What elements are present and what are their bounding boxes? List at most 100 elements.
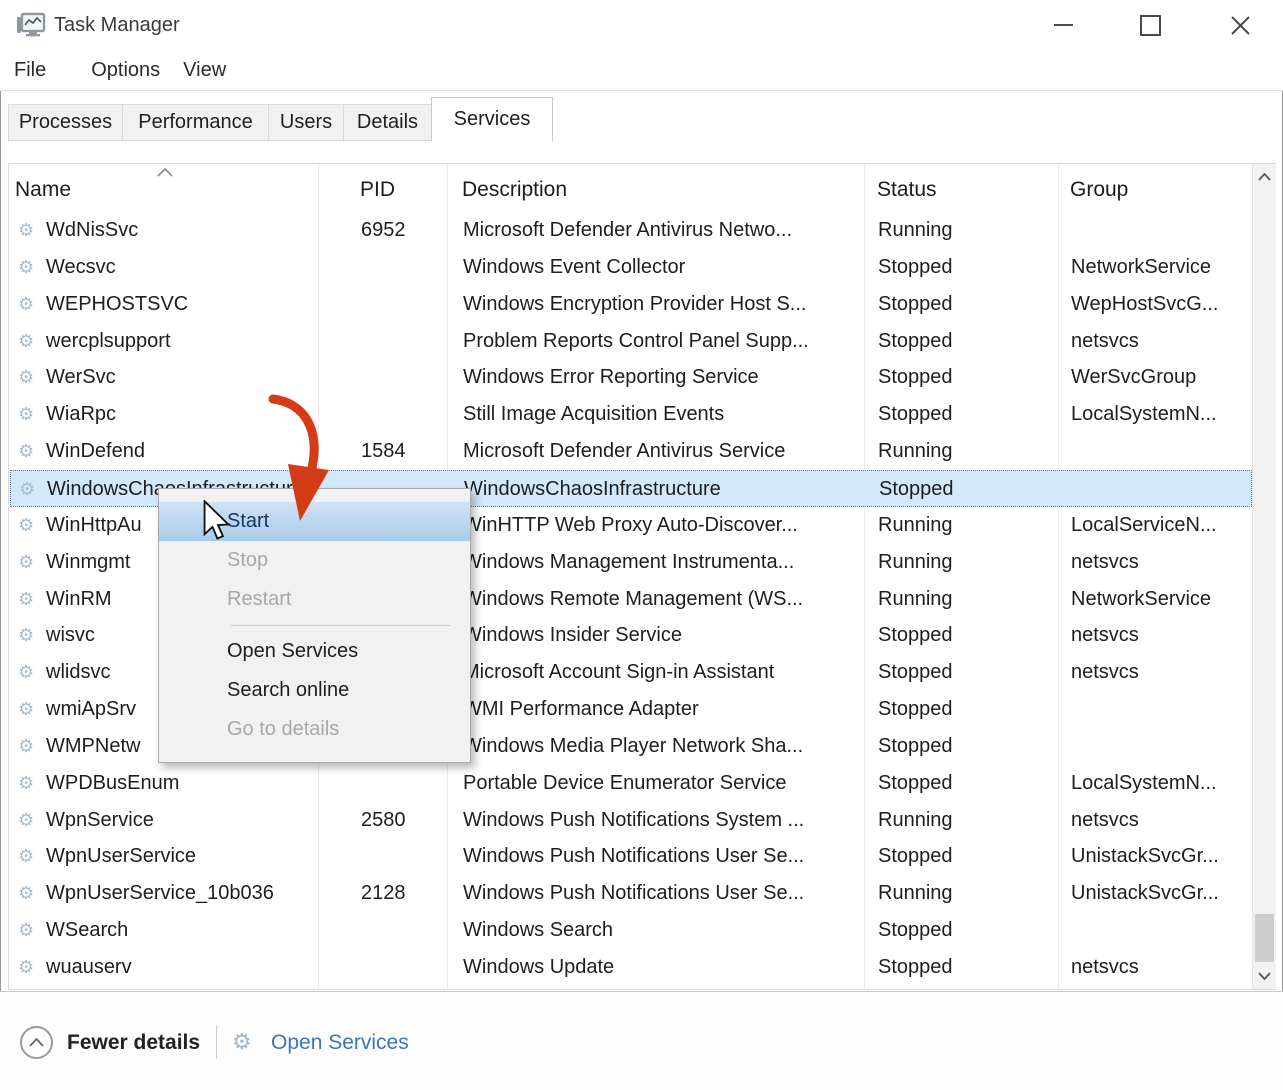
fewer-details-label[interactable]: Fewer details	[67, 1026, 200, 1059]
service-gear-icon: ⚙	[18, 838, 34, 875]
cell-description: Problem Reports Control Panel Supp...	[463, 323, 809, 360]
cell-status: Running	[878, 212, 953, 249]
cell-group: netsvcs	[1071, 949, 1139, 986]
cell-name: WinDefend	[46, 433, 145, 470]
minimize-icon	[1054, 24, 1073, 26]
cell-name: wmiApSrv	[46, 691, 136, 728]
scroll-up-button[interactable]	[1253, 164, 1276, 190]
cell-name: WpnService	[46, 802, 154, 839]
cell-group: netsvcs	[1071, 654, 1139, 691]
column-header-description[interactable]: Description	[462, 164, 567, 216]
cell-group: netsvcs	[1071, 617, 1139, 654]
footer-bar: Fewer details ⚙ Open Services	[0, 992, 1283, 1090]
context-menu-item-stop: Stop	[159, 541, 470, 580]
red-arrow-annotation	[250, 385, 350, 530]
cell-name: WinRM	[46, 581, 112, 618]
cell-name: wlidsvc	[46, 654, 110, 691]
menu-separator	[231, 625, 450, 626]
cell-name: WdNisSvc	[46, 212, 138, 249]
sort-ascending-icon	[157, 168, 173, 177]
maximize-button[interactable]	[1122, 0, 1178, 50]
table-row[interactable]: ⚙WinDefend1584Microsoft Defender Antivir…	[10, 433, 1252, 470]
minimize-button[interactable]	[1035, 0, 1091, 50]
service-gear-icon: ⚙	[18, 544, 34, 581]
cell-name: WpnUserService	[46, 838, 196, 875]
cell-group: WerSvcGroup	[1071, 359, 1196, 396]
cell-status: Stopped	[878, 949, 953, 986]
cell-description: Windows Encryption Provider Host S...	[463, 286, 806, 323]
column-header-pid[interactable]: PID	[360, 164, 395, 216]
table-row[interactable]: ⚙WpnService2580Windows Push Notification…	[10, 802, 1252, 839]
tab-processes[interactable]: Processes	[8, 104, 123, 141]
cell-name: WMPNetw	[46, 728, 140, 765]
service-gear-icon: ⚙	[18, 581, 34, 618]
cell-status: Stopped	[878, 912, 953, 949]
scroll-down-button[interactable]	[1253, 963, 1276, 989]
menu-file[interactable]: File	[14, 50, 46, 90]
column-header-group[interactable]: Group	[1070, 164, 1128, 216]
cell-group: UnistackSvcGr...	[1071, 838, 1219, 875]
service-gear-icon: ⚙	[18, 728, 34, 765]
cell-status: Stopped	[878, 396, 953, 433]
close-button[interactable]	[1212, 0, 1268, 50]
table-row[interactable]: ⚙wuauservWindows UpdateStoppednetsvcs	[10, 949, 1252, 986]
open-services-link[interactable]: Open Services	[271, 1026, 409, 1059]
cell-description: Microsoft Defender Antivirus Netwo...	[463, 212, 792, 249]
table-row[interactable]: ⚙wercplsupportProblem Reports Control Pa…	[10, 323, 1252, 360]
cell-pid: 2580	[361, 802, 406, 839]
service-gear-icon: ⚙	[18, 949, 34, 986]
service-gear-icon: ⚙	[18, 212, 34, 249]
menu-view[interactable]: View	[183, 50, 226, 90]
cell-name: WerSvc	[46, 359, 116, 396]
menu-options[interactable]: Options	[91, 50, 160, 90]
vertical-scrollbar[interactable]	[1252, 164, 1276, 989]
cell-name: WpnUserService_10b036	[46, 875, 274, 912]
cell-description: Windows Event Collector	[463, 249, 685, 286]
context-menu-item-open-services[interactable]: Open Services	[159, 632, 470, 671]
title-bar: Task Manager	[0, 0, 1283, 50]
cell-name: WEPHOSTSVC	[46, 286, 188, 323]
tab-details[interactable]: Details	[343, 104, 432, 141]
cell-pid: 1584	[361, 433, 406, 470]
table-row[interactable]: ⚙WecsvcWindows Event CollectorStoppedNet…	[10, 249, 1252, 286]
table-row[interactable]: ⚙ WerSvc Windows Error Reporting Service St…	[10, 359, 1252, 396]
cell-status: Stopped	[878, 359, 953, 396]
task-manager-app-icon	[16, 11, 46, 41]
table-row[interactable]: ⚙WPDBusEnumPortable Device Enumerator Se…	[10, 765, 1252, 802]
cell-status: Stopped	[878, 654, 953, 691]
table-row[interactable]: ⚙WpnUserService_10b0362128Windows Push N…	[10, 875, 1252, 912]
window-title: Task Manager	[54, 0, 180, 50]
task-manager-window: Task Manager File Options View ProcessesPe…	[0, 0, 1283, 1090]
fewer-details-button[interactable]	[20, 1026, 53, 1059]
column-header-status[interactable]: Status	[877, 164, 937, 216]
scrollbar-thumb[interactable]	[1255, 914, 1274, 962]
table-row[interactable]: ⚙WiaRpcStill Image Acquisition EventsSto…	[10, 396, 1252, 433]
cell-description: Windows Error Reporting Service	[463, 359, 759, 396]
service-gear-icon: ⚙	[18, 359, 34, 396]
cell-description: WinHTTP Web Proxy Auto-Discover...	[463, 507, 798, 544]
tab-users[interactable]: Users	[268, 104, 344, 141]
cell-description: Windows Remote Management (WS...	[463, 581, 803, 618]
cell-group: netsvcs	[1071, 323, 1139, 360]
context-menu-item-search-online[interactable]: Search online	[159, 671, 470, 710]
table-row[interactable]: ⚙WSearchWindows SearchStopped	[10, 912, 1252, 949]
tab-performance[interactable]: Performance	[122, 104, 269, 141]
cell-group: WepHostSvcG...	[1071, 286, 1218, 323]
service-gear-icon: ⚙	[19, 471, 35, 508]
service-gear-icon: ⚙	[18, 765, 34, 802]
chevron-up-icon	[1258, 173, 1271, 181]
column-header-name[interactable]: Name	[15, 164, 71, 216]
service-gear-icon: ⚙	[18, 617, 34, 654]
cell-status: Stopped	[879, 471, 954, 508]
table-row[interactable]: ⚙WEPHOSTSVCWindows Encryption Provider H…	[10, 286, 1252, 323]
cell-group: NetworkService	[1071, 249, 1211, 286]
cell-status: Stopped	[878, 691, 953, 728]
cell-status: Stopped	[878, 728, 953, 765]
tab-services[interactable]: Services	[431, 97, 553, 141]
table-row[interactable]: ⚙WdNisSvc6952Microsoft Defender Antiviru…	[10, 212, 1252, 249]
cell-status: Stopped	[878, 838, 953, 875]
cell-name: Wecsvc	[46, 249, 116, 286]
cell-name: wuauserv	[46, 949, 132, 986]
table-row[interactable]: ⚙WpnUserServiceWindows Push Notification…	[10, 838, 1252, 875]
cell-name: WSearch	[46, 912, 128, 949]
